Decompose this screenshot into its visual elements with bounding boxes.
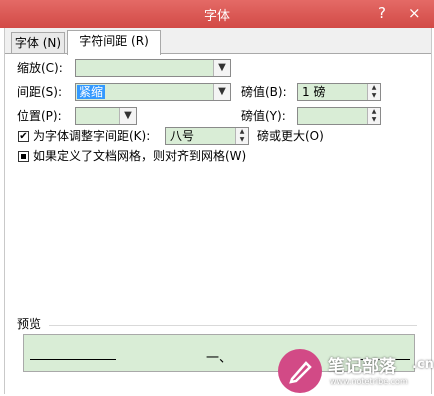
- preview-text: 一、: [206, 351, 233, 366]
- spin-down-icon[interactable]: ▼: [368, 92, 380, 100]
- spinner-buttons: ▲ ▼: [367, 108, 380, 124]
- chevron-down-icon[interactable]: ▼: [119, 108, 136, 124]
- position-by-label: 磅值(Y):: [241, 109, 286, 123]
- close-button[interactable]: ×: [408, 3, 421, 23]
- title-bar: 字体 ? ×: [0, 0, 434, 28]
- kerning-value: 八号: [170, 129, 195, 143]
- pencil-icon: [278, 349, 322, 393]
- spin-down-icon[interactable]: ▼: [236, 136, 248, 144]
- grid-label: 如果定义了文档网格，则对齐到网格(W): [33, 149, 247, 163]
- grid-checkbox[interactable]: [18, 151, 29, 162]
- spacing-value: 紧缩: [77, 85, 106, 99]
- watermark-url: www.notetribe.com: [330, 377, 408, 386]
- spacing-by-spinner[interactable]: 1 磅 ▲ ▼: [297, 83, 381, 101]
- watermark-text: 笔记部落: [328, 357, 396, 377]
- spacing-by-label: 磅值(B):: [241, 85, 287, 99]
- preview-label: 预览: [17, 317, 42, 331]
- tab-character-spacing[interactable]: 字符间距 (R): [67, 30, 161, 55]
- spacing-combo[interactable]: 紧缩 ▼: [75, 83, 231, 101]
- kerning-checkbox[interactable]: ✔: [18, 131, 29, 142]
- spinner-buttons: ▲ ▼: [235, 128, 248, 144]
- preview-separator: [49, 325, 417, 326]
- position-by-spinner[interactable]: ▲ ▼: [297, 107, 381, 125]
- spacing-label: 间距(S):: [17, 85, 63, 99]
- spin-up-icon[interactable]: ▲: [368, 108, 380, 116]
- position-combo[interactable]: ▼: [75, 107, 137, 125]
- kerning-suffix: 磅或更大(O): [257, 129, 324, 143]
- spinner-buttons: ▲ ▼: [367, 84, 380, 100]
- spin-up-icon[interactable]: ▲: [368, 84, 380, 92]
- window-title: 字体: [203, 9, 230, 24]
- kerning-spinner[interactable]: 八号 ▲ ▼: [165, 127, 249, 145]
- scale-combo[interactable]: ▼: [75, 59, 231, 77]
- preview-underline-left: [30, 359, 116, 360]
- spin-down-icon[interactable]: ▼: [368, 116, 380, 124]
- watermark-cn: .cn: [412, 357, 434, 372]
- watermark: 笔记部落 .cn www.notetribe.com: [278, 349, 434, 394]
- dialog-body: 字体 (N) 字符间距 (R) 缩放(C): ▼ 间距(S): 紧缩 ▼ 磅值(…: [4, 28, 432, 394]
- tab-strip: 字体 (N) 字符间距 (R): [5, 28, 431, 55]
- spin-up-icon[interactable]: ▲: [236, 128, 248, 136]
- kerning-label: 为字体调整字间距(K):: [33, 129, 151, 143]
- spacing-by-value: 1 磅: [302, 85, 326, 99]
- position-label: 位置(P):: [17, 109, 62, 123]
- help-button[interactable]: ?: [378, 3, 386, 23]
- chevron-down-icon[interactable]: ▼: [213, 60, 230, 76]
- scale-label: 缩放(C):: [17, 61, 63, 75]
- chevron-down-icon[interactable]: ▼: [213, 84, 230, 100]
- tab-font[interactable]: 字体 (N): [11, 32, 65, 53]
